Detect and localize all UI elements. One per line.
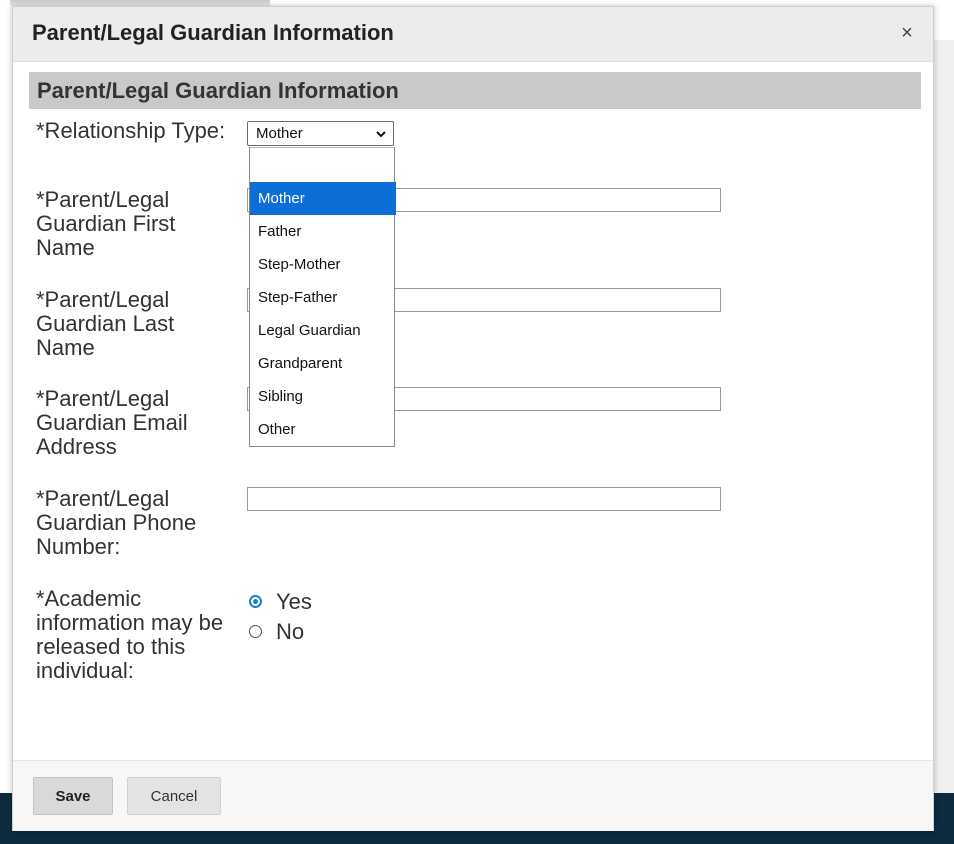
dropdown-option[interactable]: Other: [250, 413, 396, 446]
relationship-type-value: Mother: [256, 125, 303, 142]
chevron-down-icon: [375, 124, 387, 143]
dropdown-option[interactable]: Step-Mother: [250, 248, 396, 281]
guardian-dialog: Parent/Legal Guardian Information × Pare…: [12, 6, 934, 831]
release-no-option[interactable]: No: [249, 619, 304, 645]
email-label: *Parent/Legal Guardian Email Address: [36, 386, 188, 459]
phone-input[interactable]: [247, 487, 721, 511]
dialog-header: Parent/Legal Guardian Information ×: [13, 7, 933, 62]
dropdown-option[interactable]: Grandparent: [250, 347, 396, 380]
first-name-label: *Parent/Legal Guardian First Name: [36, 187, 176, 260]
radio-yes[interactable]: [249, 594, 262, 608]
background-side-panel: [931, 40, 954, 793]
dialog-footer: Save Cancel: [13, 760, 933, 831]
cancel-button[interactable]: Cancel: [127, 777, 221, 815]
relationship-type-select[interactable]: Mother: [247, 121, 394, 146]
dropdown-option[interactable]: Legal Guardian: [250, 314, 396, 347]
save-button[interactable]: Save: [33, 777, 113, 815]
dropdown-option[interactable]: Sibling: [250, 380, 396, 413]
dialog-title: Parent/Legal Guardian Information: [32, 20, 394, 45]
section-title: Parent/Legal Guardian Information: [37, 78, 399, 103]
dropdown-option[interactable]: Father: [250, 215, 396, 248]
dropdown-option[interactable]: Step-Father: [250, 281, 396, 314]
close-button[interactable]: ×: [895, 21, 919, 45]
dropdown-option[interactable]: Mother: [250, 182, 396, 215]
radio-no[interactable]: [249, 624, 262, 638]
relationship-type-label: *Relationship Type:: [36, 118, 226, 143]
release-label: *Academic information may be released to…: [36, 586, 224, 683]
release-yes-option[interactable]: Yes: [249, 589, 312, 615]
phone-label: *Parent/Legal Guardian Phone Number:: [36, 486, 197, 559]
section-header: Parent/Legal Guardian Information: [29, 72, 921, 109]
release-yes-label: Yes: [276, 589, 312, 614]
last-name-label: *Parent/Legal Guardian Last Name: [36, 287, 175, 360]
relationship-dropdown-list: Mother Father Step-Mother Step-Father Le…: [249, 147, 396, 447]
release-no-label: No: [276, 619, 305, 644]
